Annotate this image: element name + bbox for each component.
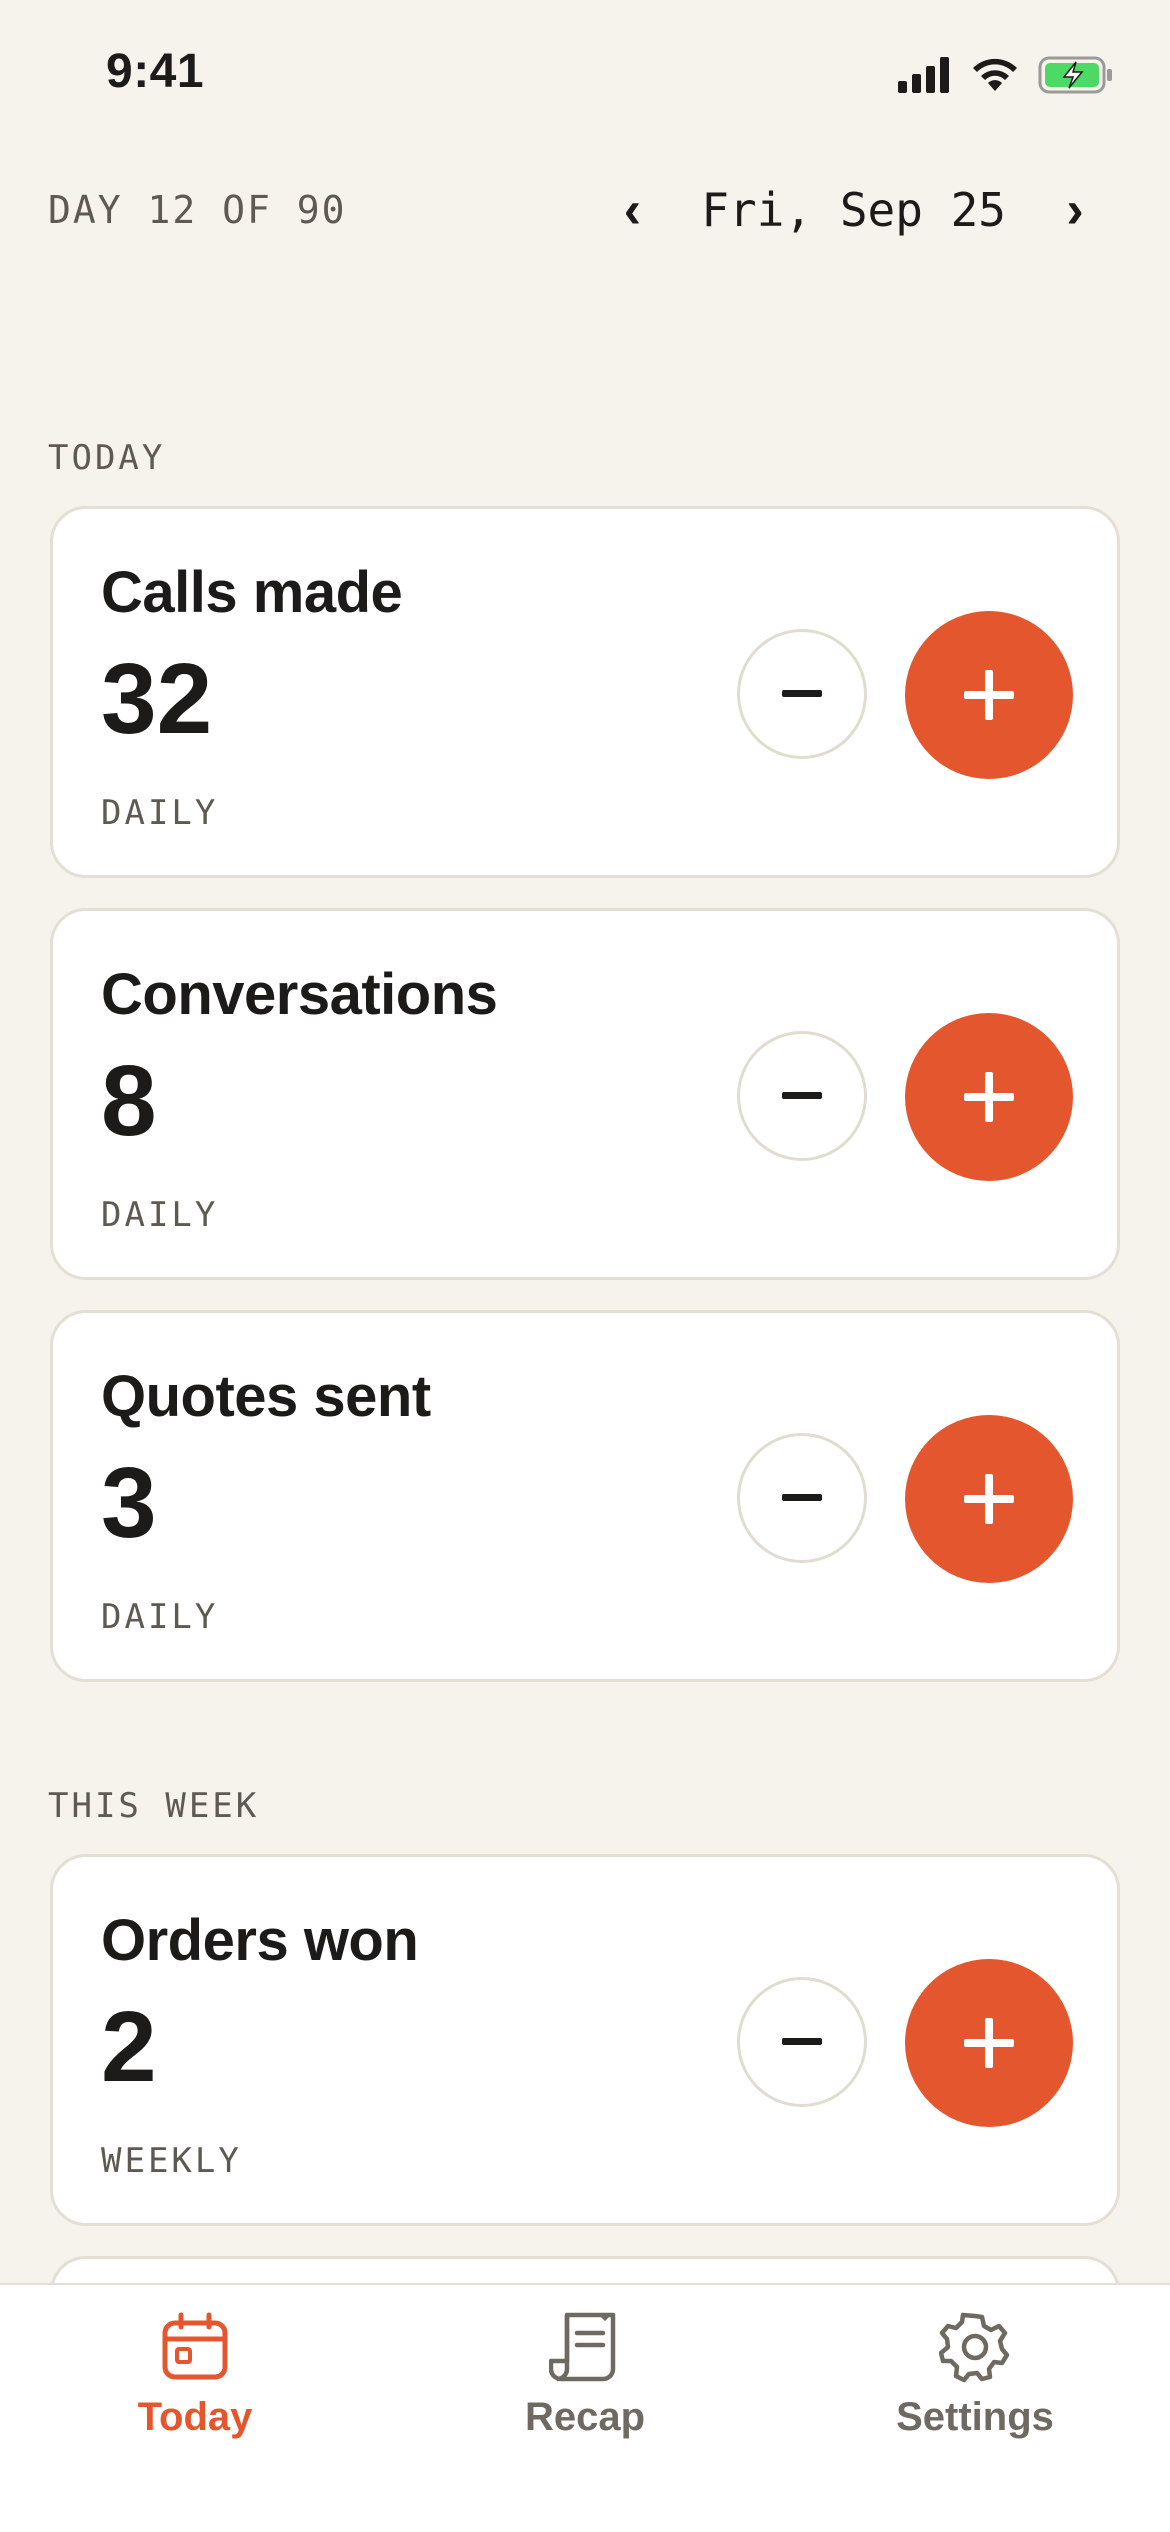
minus-icon — [782, 1494, 822, 1501]
metric-title: Calls made — [101, 560, 403, 625]
tab-bar: Today Recap Settings — [0, 2283, 1170, 2532]
tab-label: Recap — [524, 2395, 646, 2439]
previous-day-button[interactable]: ‹ — [597, 170, 667, 250]
metric-card-quotes-sent: Quotes sent 3 DAILY — [50, 1310, 1120, 1682]
metric-title: Conversations — [101, 962, 498, 1027]
increment-button[interactable] — [905, 611, 1073, 779]
wifi-icon — [973, 58, 1017, 91]
plus-icon — [964, 2018, 1014, 2068]
decrement-button[interactable] — [737, 1433, 867, 1563]
status-bar: 9:41 — [0, 0, 1170, 150]
tab-label: Today — [137, 2395, 253, 2439]
metric-frequency: WEEKLY — [101, 2141, 242, 2181]
date-navigator: ‹ Fri, Sep 25 › — [597, 170, 1110, 250]
metric-frequency: DAILY — [101, 793, 219, 833]
tab-settings[interactable]: Settings — [825, 2311, 1125, 2471]
metric-title: Quotes sent — [101, 1364, 431, 1429]
tab-today[interactable]: Today — [45, 2311, 345, 2471]
section-label-this-week: THIS WEEK — [48, 1786, 260, 1826]
metric-value: 3 — [101, 1447, 157, 1559]
status-icons — [898, 52, 1114, 98]
section-label-today: TODAY — [48, 438, 166, 478]
metric-value: 8 — [101, 1045, 157, 1157]
plus-icon — [964, 670, 1014, 720]
decrement-button[interactable] — [737, 629, 867, 759]
chevron-right-icon: › — [1066, 181, 1084, 239]
increment-button[interactable] — [905, 1959, 1073, 2127]
plus-icon — [964, 1072, 1014, 1122]
metric-card-calls-made: Calls made 32 DAILY — [50, 506, 1120, 878]
minus-icon — [782, 1092, 822, 1099]
header: DAY 12 OF 90 ‹ Fri, Sep 25 › — [0, 160, 1170, 260]
receipt-icon — [549, 2312, 616, 2382]
metric-frequency: DAILY — [101, 1597, 219, 1637]
calendar-icon — [162, 2312, 228, 2380]
plus-icon — [964, 1474, 1014, 1524]
gear-icon — [939, 2312, 1010, 2383]
status-time: 9:41 — [106, 45, 205, 98]
minus-icon — [782, 2038, 822, 2045]
next-day-button[interactable]: › — [1040, 170, 1110, 250]
metric-value: 32 — [101, 643, 213, 755]
metric-value: 2 — [101, 1991, 157, 2103]
increment-button[interactable] — [905, 1415, 1073, 1583]
chevron-left-icon: ‹ — [623, 181, 642, 239]
cellular-signal-icon — [898, 57, 949, 93]
metric-title: Orders won — [101, 1908, 419, 1973]
current-date: Fri, Sep 25 — [701, 183, 1006, 237]
metric-frequency: DAILY — [101, 1195, 219, 1235]
tab-recap[interactable]: Recap — [435, 2311, 735, 2471]
increment-button[interactable] — [905, 1013, 1073, 1181]
battery-charging-icon — [1038, 56, 1112, 94]
metric-card-conversations: Conversations 8 DAILY — [50, 908, 1120, 1280]
metric-card-orders-won: Orders won 2 WEEKLY — [50, 1854, 1120, 2226]
decrement-button[interactable] — [737, 1977, 867, 2107]
decrement-button[interactable] — [737, 1031, 867, 1161]
tab-label: Settings — [896, 2395, 1054, 2439]
minus-icon — [782, 690, 822, 697]
day-counter: DAY 12 OF 90 — [48, 188, 347, 232]
